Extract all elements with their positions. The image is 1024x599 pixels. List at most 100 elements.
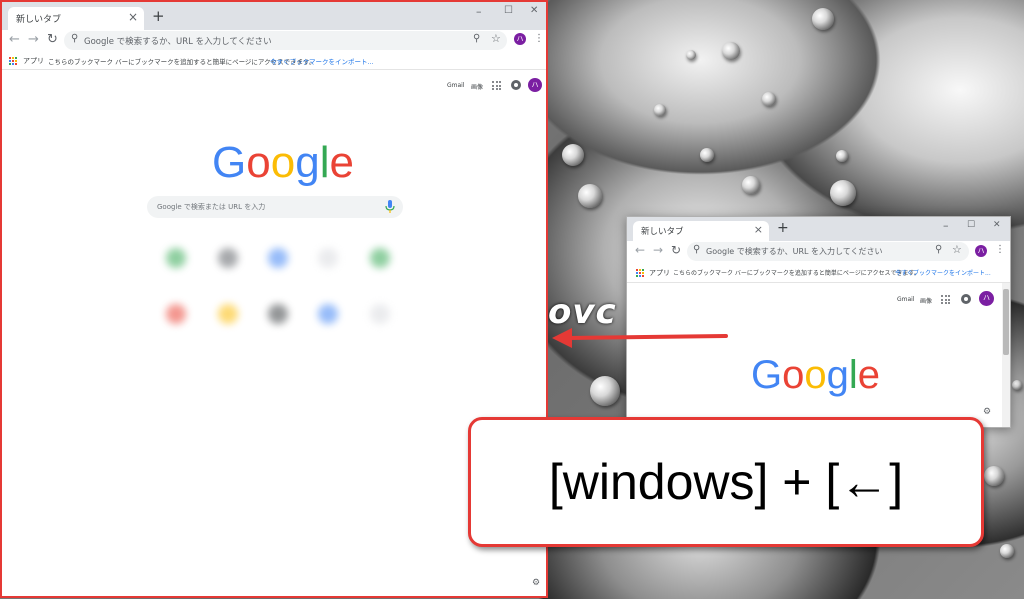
search-icon: ⚲	[693, 244, 701, 255]
bookmarks-bar: アプリ こちらのブックマーク バーにブックマークを追加すると簡単にページにアクセ…	[2, 52, 546, 70]
address-bar-placeholder: Google で検索するか、URL を入力してください	[84, 37, 272, 47]
bookmarks-bar: アプリ こちらのブックマーク バーにブックマークを追加すると簡単にページにアクセ…	[627, 263, 1010, 283]
tab-strip: 新しいタブ × + – ☐ ✕	[2, 2, 546, 30]
reload-icon[interactable]: ↻	[671, 243, 681, 257]
new-tab-button[interactable]: +	[152, 7, 165, 25]
tab-title: 新しいタブ	[16, 15, 62, 25]
ntp-profile-avatar[interactable]: ハ	[528, 78, 542, 92]
gear-icon[interactable]: ⚙	[983, 407, 991, 417]
mic-icon[interactable]	[385, 200, 395, 214]
maximize-button[interactable]: ☐	[967, 220, 975, 230]
water-drop	[654, 104, 666, 116]
star-icon[interactable]: ☆	[952, 243, 962, 256]
water-drop	[562, 144, 584, 166]
bookmarks-message: こちらのブックマーク バーにブックマークを追加すると簡単にページにアクセスできま…	[673, 270, 920, 277]
logo-letter: g	[295, 138, 320, 187]
menu-kebab-icon[interactable]: ⋮	[995, 244, 1005, 255]
arrow-forward-icon[interactable]: →	[28, 32, 39, 47]
logo-letter: e	[329, 138, 354, 187]
logo-letter: o	[246, 138, 271, 187]
snap-direction-arrow	[552, 328, 728, 348]
shortcut-tile[interactable]	[318, 248, 338, 268]
water-drop	[1012, 380, 1022, 390]
water-drop	[722, 42, 740, 60]
import-bookmarks-link[interactable]: 今すぐブックマークをインポート...	[270, 56, 374, 66]
tab-close-icon[interactable]: ×	[754, 223, 763, 236]
water-drop	[686, 50, 696, 60]
zoom-icon[interactable]: ⚲	[935, 244, 942, 255]
logo-letter: o	[782, 353, 805, 397]
account-icon[interactable]	[961, 294, 971, 304]
maximize-button[interactable]: ☐	[504, 5, 513, 16]
shortcut-tile[interactable]	[268, 248, 288, 268]
water-drop	[578, 184, 602, 208]
toolbar: ← → ↻ ⚲ Google で検索するか、URL を入力してください ⚲ ☆ …	[627, 241, 1010, 263]
browser-window-left[interactable]: 新しいタブ × + – ☐ ✕ ← → ↻ ⚲ Google で検索するか、UR…	[0, 0, 548, 598]
logo-letter: o	[804, 353, 827, 397]
logo-letter: G	[212, 138, 247, 187]
logo-letter: e	[857, 353, 881, 397]
water-drop	[700, 148, 714, 162]
bookmarks-apps-label[interactable]: アプリ	[23, 56, 44, 66]
minimize-button[interactable]: –	[476, 5, 482, 18]
address-bar[interactable]: ⚲ Google で検索するか、URL を入力してください ⚲ ☆	[687, 242, 969, 261]
shortcut-tile[interactable]	[218, 248, 238, 268]
tab-new-tab[interactable]: 新しいタブ ×	[633, 221, 769, 241]
new-tab-button[interactable]: +	[777, 220, 789, 236]
apps-grid-icon[interactable]	[9, 57, 17, 65]
google-apps-icon[interactable]	[492, 81, 501, 90]
shortcut-tile[interactable]	[218, 304, 238, 324]
gmail-link[interactable]: Gmail	[897, 296, 915, 303]
gear-icon[interactable]: ⚙	[532, 578, 540, 588]
shortcut-caption-box: [windows] + [←]	[468, 417, 984, 547]
water-drop	[742, 176, 760, 194]
arrow-back-icon[interactable]: ←	[635, 243, 645, 257]
scrollbar-thumb[interactable]	[1003, 289, 1009, 355]
logo-letter: g	[826, 353, 849, 397]
shortcut-tile[interactable]	[370, 304, 390, 324]
close-window-button[interactable]: ✕	[993, 220, 1001, 230]
water-drop	[1000, 544, 1014, 558]
water-drop	[836, 150, 848, 162]
browser-window-right[interactable]: 新しいタブ × + – ☐ ✕ ← → ↻ ⚲ Google で検索するか、UR…	[626, 216, 1011, 428]
menu-kebab-icon[interactable]: ⋮	[534, 33, 544, 44]
water-drop	[812, 8, 834, 30]
zoom-icon[interactable]: ⚲	[473, 33, 480, 44]
ntp-profile-avatar[interactable]: ハ	[979, 291, 994, 306]
toolbar: ← → ↻ ⚲ Google で検索するか、URL を入力してください ⚲ ☆ …	[2, 30, 546, 52]
tab-new-tab[interactable]: 新しいタブ ×	[8, 7, 144, 30]
shortcut-tile[interactable]	[166, 248, 186, 268]
profile-avatar[interactable]: ハ	[514, 33, 526, 45]
shortcut-tile[interactable]	[370, 248, 390, 268]
bookmarks-apps-label[interactable]: アプリ	[649, 268, 670, 278]
minimize-button[interactable]: –	[943, 219, 949, 232]
scrollbar[interactable]	[1002, 283, 1010, 427]
shortcut-tile[interactable]	[166, 304, 186, 324]
apps-grid-icon[interactable]	[636, 269, 644, 277]
search-icon: ⚲	[71, 33, 79, 44]
logo-letter: o	[270, 138, 296, 187]
shortcut-tile[interactable]	[268, 304, 288, 324]
star-icon[interactable]: ☆	[491, 32, 501, 45]
close-window-button[interactable]: ✕	[530, 5, 538, 16]
tab-title: 新しいタブ	[641, 227, 684, 237]
images-link[interactable]: 画像	[920, 296, 932, 305]
profile-avatar[interactable]: ハ	[975, 245, 987, 257]
address-bar[interactable]: ⚲ Google で検索するか、URL を入力してください ⚲ ☆	[64, 31, 507, 50]
reload-icon[interactable]: ↻	[47, 32, 58, 47]
ntp-search-box[interactable]: Google で検索または URL を入力	[147, 196, 403, 218]
water-drop	[830, 180, 856, 206]
logo-letter: l	[848, 353, 858, 397]
water-drop	[590, 376, 620, 406]
images-link[interactable]: 画像	[471, 82, 483, 91]
tab-close-icon[interactable]: ×	[128, 10, 138, 24]
account-icon[interactable]	[511, 80, 521, 90]
water-drop	[984, 466, 1004, 486]
shortcut-tile[interactable]	[318, 304, 338, 324]
google-apps-icon[interactable]	[941, 295, 950, 304]
arrow-back-icon[interactable]: ←	[9, 32, 20, 47]
gmail-link[interactable]: Gmail	[447, 82, 465, 89]
shortcut-caption: [windows] + [←]	[548, 454, 904, 510]
arrow-forward-icon[interactable]: →	[653, 243, 663, 257]
import-bookmarks-link[interactable]: 今すぐブックマークをインポート...	[895, 268, 991, 277]
